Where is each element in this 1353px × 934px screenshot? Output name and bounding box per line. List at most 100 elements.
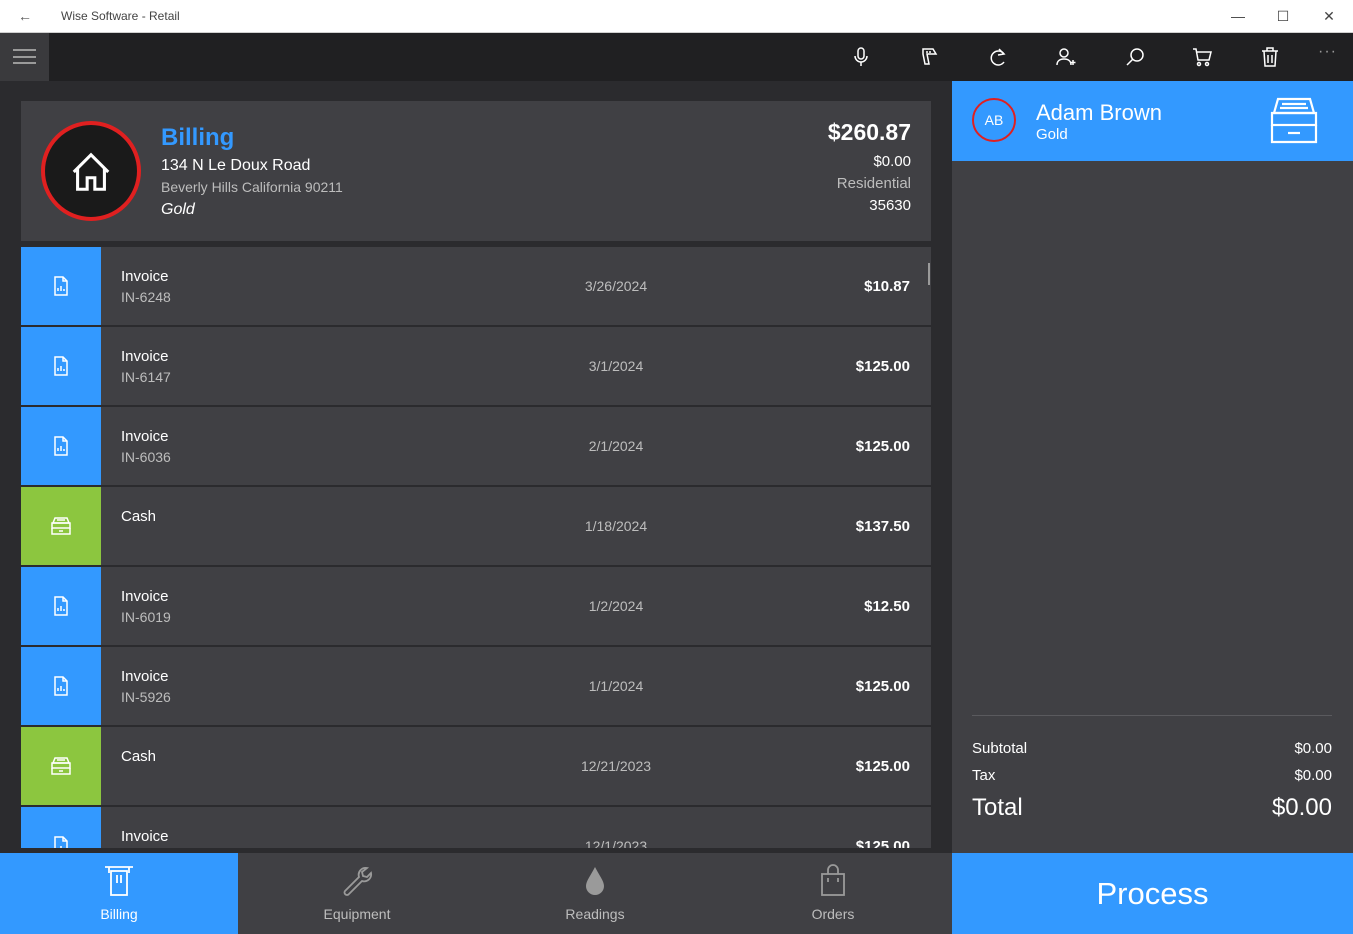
home-icon bbox=[72, 152, 110, 191]
transaction-date: 1/2/2024 bbox=[588, 598, 644, 614]
invoice-document-icon bbox=[54, 276, 68, 296]
delete-icon[interactable] bbox=[1258, 45, 1282, 69]
transaction-row[interactable]: Invoice IN-6147 3/1/2024 $125.00 bbox=[21, 327, 931, 405]
menu-button[interactable] bbox=[0, 33, 49, 81]
address-line1: 134 N Le Doux Road bbox=[161, 157, 311, 174]
invoice-badge bbox=[21, 327, 101, 405]
transaction-number: IN-6248 bbox=[121, 289, 171, 305]
hamburger-icon bbox=[13, 49, 36, 64]
transaction-date: 1/18/2024 bbox=[584, 518, 648, 534]
droplet-icon bbox=[586, 867, 604, 895]
microphone-icon[interactable] bbox=[849, 45, 873, 69]
transaction-amount: $12.50 bbox=[864, 598, 910, 615]
transaction-row[interactable]: Cash 1/18/2024 $137.50 bbox=[21, 487, 931, 565]
page-title: Billing bbox=[161, 124, 235, 151]
transaction-amount: $125.00 bbox=[855, 358, 910, 375]
redo-icon[interactable] bbox=[986, 45, 1010, 69]
maximize-button[interactable]: ☐ bbox=[1272, 6, 1294, 26]
transaction-date: 3/26/2024 bbox=[584, 278, 648, 294]
invoice-badge bbox=[21, 567, 101, 645]
cash-register-icon bbox=[51, 757, 71, 775]
total-value: $0.00 bbox=[1271, 794, 1332, 821]
transaction-date: 12/21/2023 bbox=[580, 758, 652, 774]
cash-register-icon bbox=[51, 517, 71, 535]
tab-billing-label: Billing bbox=[100, 906, 138, 922]
billing-icon bbox=[105, 866, 133, 896]
scrollbar[interactable] bbox=[928, 263, 930, 285]
shopping-bag-icon bbox=[821, 864, 845, 896]
tax-value: $0.00 bbox=[1294, 767, 1332, 784]
close-button[interactable]: ✕ bbox=[1318, 6, 1340, 26]
subtotal-label: Subtotal bbox=[972, 740, 1028, 757]
window-title: Wise Software - Retail bbox=[61, 9, 180, 23]
bottom-navigation: Billing Equipment Readings Orders bbox=[0, 853, 952, 934]
transaction-number: IN-6147 bbox=[121, 369, 171, 385]
back-button[interactable]: ← bbox=[14, 6, 36, 26]
process-button[interactable]: Process bbox=[952, 853, 1353, 934]
transaction-amount: $125.00 bbox=[855, 678, 910, 695]
amount-due: $0.00 bbox=[873, 153, 911, 170]
invoice-document-icon bbox=[54, 596, 68, 616]
tab-equipment[interactable]: Equipment bbox=[238, 853, 476, 934]
more-options-button[interactable]: ··· bbox=[1318, 43, 1338, 60]
transaction-row[interactable]: Invoice IN-6248 3/26/2024 $10.87 bbox=[21, 247, 931, 325]
order-panel: AB Adam Brown Gold Subtotal $0.00 Tax $0… bbox=[952, 81, 1353, 934]
transaction-row[interactable]: Invoice IN-5926 1/1/2024 $125.00 bbox=[21, 647, 931, 725]
barcode-scanner-icon[interactable] bbox=[918, 45, 942, 69]
tab-readings-label: Readings bbox=[565, 906, 625, 922]
invoice-badge bbox=[21, 407, 101, 485]
customer-name: Adam Brown bbox=[1036, 100, 1162, 125]
transaction-type: Invoice bbox=[121, 428, 169, 445]
transaction-row[interactable]: Invoice IN-6019 1/2/2024 $12.50 bbox=[21, 567, 931, 645]
invoice-document-icon bbox=[54, 836, 68, 848]
invoice-document-icon bbox=[54, 436, 68, 456]
transaction-date: 1/1/2024 bbox=[588, 678, 644, 694]
tab-readings[interactable]: Readings bbox=[476, 853, 714, 934]
account-number: 35630 bbox=[869, 197, 911, 214]
totals-divider bbox=[972, 715, 1332, 716]
cash-badge bbox=[21, 727, 101, 805]
transaction-type: Cash bbox=[121, 508, 157, 525]
cart-icon[interactable] bbox=[1190, 45, 1214, 69]
search-icon[interactable] bbox=[1123, 45, 1147, 69]
transaction-number: IN-6036 bbox=[121, 449, 171, 465]
account-type: Residential bbox=[836, 175, 911, 192]
invoice-document-icon bbox=[54, 356, 68, 376]
transaction-amount: $125.00 bbox=[855, 838, 910, 848]
transaction-type: Cash bbox=[121, 748, 157, 765]
add-customer-icon[interactable] bbox=[1054, 45, 1078, 69]
transaction-row[interactable]: Cash 12/21/2023 $125.00 bbox=[21, 727, 931, 805]
transaction-number: IN-5926 bbox=[121, 689, 171, 705]
subtotal-value: $0.00 bbox=[1294, 740, 1332, 757]
account-summary-card: Billing 134 N Le Doux Road Beverly Hills… bbox=[21, 101, 931, 241]
window-titlebar: ← Wise Software - Retail — ☐ ✕ bbox=[0, 0, 1353, 33]
account-balance: $260.87 bbox=[827, 119, 911, 145]
transaction-list[interactable]: Invoice 12/1/2023 $125.00 Cash 12/21/2023 $12… bbox=[21, 247, 931, 848]
invoice-badge bbox=[21, 247, 101, 325]
transaction-amount: $125.00 bbox=[855, 758, 910, 775]
customer-avatar: AB bbox=[972, 98, 1016, 142]
transaction-row[interactable]: Invoice 12/1/2023 $125.00 bbox=[21, 807, 931, 848]
transaction-number: IN-6019 bbox=[121, 609, 171, 625]
minimize-button[interactable]: — bbox=[1227, 6, 1249, 26]
customer-tier: Gold bbox=[1036, 126, 1068, 143]
account-tier: Gold bbox=[161, 201, 195, 218]
invoice-badge bbox=[21, 807, 101, 848]
transaction-type: Invoice bbox=[121, 348, 169, 365]
tab-orders[interactable]: Orders bbox=[714, 853, 952, 934]
cash-register-icon[interactable] bbox=[1268, 95, 1320, 147]
invoice-badge bbox=[21, 647, 101, 725]
address-line2: Beverly Hills California 90211 bbox=[161, 179, 343, 195]
transaction-type: Invoice bbox=[121, 588, 169, 605]
transaction-amount: $137.50 bbox=[855, 518, 910, 535]
wrench-icon bbox=[343, 867, 372, 896]
transaction-type: Invoice bbox=[121, 268, 169, 285]
cash-badge bbox=[21, 487, 101, 565]
app-toolbar: ··· bbox=[0, 33, 1353, 81]
billing-main: Billing 134 N Le Doux Road Beverly Hills… bbox=[0, 81, 952, 853]
transaction-date: 12/1/2023 bbox=[584, 838, 648, 848]
tab-billing[interactable]: Billing bbox=[0, 853, 238, 934]
tab-equipment-label: Equipment bbox=[323, 906, 391, 922]
transaction-row[interactable]: Invoice IN-6036 2/1/2024 $125.00 bbox=[21, 407, 931, 485]
customer-header[interactable]: AB Adam Brown Gold bbox=[952, 81, 1353, 161]
